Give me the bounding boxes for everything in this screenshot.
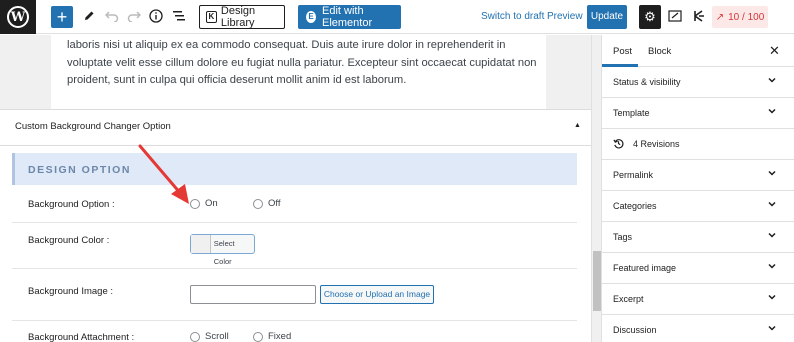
panel-categories[interactable]: Categories <box>602 191 794 222</box>
background-color-label: Background Color : <box>28 235 110 246</box>
update-button[interactable]: Update <box>587 5 627 29</box>
wordpress-logo[interactable]: W <box>0 0 36 34</box>
radio-scroll-label: Scroll <box>205 331 229 342</box>
select-color-label: Select Color <box>213 239 235 266</box>
collapse-up-icon[interactable]: ▲ <box>574 122 581 129</box>
seo-score-value: 10 / 100 <box>728 11 765 23</box>
panel-title: Permalink <box>613 170 654 180</box>
background-image-row: Background Image : Choose or Upload an I… <box>12 269 577 321</box>
revisions-label: 4 Revisions <box>633 139 680 149</box>
background-attachment-label: Background Attachment : <box>28 332 135 342</box>
panel-title: Categories <box>613 201 657 211</box>
edit-pencil-icon[interactable] <box>81 8 97 24</box>
elementor-icon: E <box>306 11 316 23</box>
switch-to-draft-button[interactable]: Switch to draft <box>481 11 544 22</box>
seo-score-badge[interactable]: ↗ 10 / 100 <box>712 6 768 28</box>
list-view-icon[interactable] <box>171 8 187 24</box>
background-option-off-radio[interactable]: Off <box>253 198 281 209</box>
radio-fixed-label: Fixed <box>268 331 292 342</box>
chevron-down-icon <box>767 230 777 240</box>
background-option-on-radio[interactable]: On <box>190 198 218 209</box>
chevron-down-icon <box>767 199 777 209</box>
panel-tags[interactable]: Tags <box>602 222 794 253</box>
design-option-header: DESIGN OPTION <box>12 153 577 185</box>
tab-block[interactable]: Block <box>648 46 671 57</box>
add-block-button[interactable]: + <box>51 6 73 28</box>
background-attachment-row: Background Attachment : Scroll Fixed <box>12 321 577 342</box>
radio-on-label: On <box>205 198 218 209</box>
editor-toolbar: W + K Design Library E Edit with Element… <box>0 0 794 34</box>
panel-permalink[interactable]: Permalink <box>602 160 794 191</box>
panel-featured-image[interactable]: Featured image <box>602 253 794 284</box>
choose-upload-image-button[interactable]: Choose or Upload an Image <box>320 285 434 304</box>
chevron-down-icon <box>767 106 777 116</box>
sidebar-tabs: Post Block ✕ <box>602 35 794 67</box>
metabox-header[interactable]: Custom Background Changer Option ▲ <box>0 110 591 146</box>
wordpress-editor: W + K Design Library E Edit with Element… <box>0 0 794 342</box>
background-image-label: Background Image : <box>28 286 114 297</box>
edit-with-elementor-label: Edit with Elementor <box>322 5 373 29</box>
tab-post[interactable]: Post <box>613 46 632 57</box>
select-color-button[interactable]: Select Color <box>190 234 255 266</box>
panel-title: Tags <box>613 232 633 242</box>
panel-title: Excerpt <box>613 294 644 304</box>
design-library-button[interactable]: K Design Library <box>199 5 285 29</box>
radio-circle[interactable] <box>253 331 263 342</box>
chevron-down-icon <box>767 168 777 178</box>
close-icon[interactable]: ✕ <box>769 43 780 59</box>
background-color-row: Background Color : Select Color <box>12 223 577 269</box>
scrollbar-thumb[interactable] <box>593 251 601 311</box>
custom-background-metabox: Custom Background Changer Option ▲ DESIG… <box>0 109 591 342</box>
content-area: laboris nisi ut aliquip ex ea commodo co… <box>51 35 546 109</box>
panel-discussion[interactable]: Discussion <box>602 315 794 342</box>
wordpress-icon: W <box>7 6 29 28</box>
kadence-icon[interactable] <box>691 8 707 24</box>
background-option-row: Background Option : On Off <box>12 185 577 223</box>
revisions-history-icon <box>613 138 624 152</box>
metabox-title: Custom Background Changer Option <box>15 121 171 132</box>
design-option-title: DESIGN OPTION <box>28 164 131 176</box>
panel-status-visibility[interactable]: Status & visibility <box>602 67 794 98</box>
panel-title: Discussion <box>613 325 657 335</box>
design-library-icon: K <box>206 11 217 23</box>
preview-button[interactable]: Preview <box>547 11 583 22</box>
chevron-down-icon <box>767 75 777 85</box>
settings-gear-button[interactable]: ⚙ <box>639 5 661 29</box>
styles-icon[interactable] <box>667 8 683 24</box>
chevron-down-icon <box>767 292 777 302</box>
background-image-input[interactable] <box>190 285 316 304</box>
design-library-label: Design Library <box>220 5 256 29</box>
settings-sidebar: Post Block ✕ Status & visibility Templat… <box>601 35 794 342</box>
panel-title: Featured image <box>613 263 677 273</box>
undo-icon[interactable] <box>104 8 120 24</box>
radio-circle[interactable] <box>190 198 200 209</box>
panel-revisions[interactable]: 4 Revisions <box>602 129 794 160</box>
chevron-down-icon <box>767 261 777 271</box>
panel-excerpt[interactable]: Excerpt <box>602 284 794 315</box>
editor-canvas: laboris nisi ut aliquip ex ea commodo co… <box>0 35 591 342</box>
chevron-down-icon <box>767 323 777 333</box>
info-icon[interactable] <box>148 8 164 24</box>
paragraph-block[interactable]: laboris nisi ut aliquip ex ea commodo co… <box>67 37 537 90</box>
color-swatch <box>191 235 211 253</box>
panel-title: Template <box>613 108 650 118</box>
gear-icon: ⚙ <box>644 9 656 24</box>
radio-off-label: Off <box>268 198 281 209</box>
background-option-label: Background Option : <box>28 199 115 210</box>
redo-icon[interactable] <box>126 8 142 24</box>
attachment-scroll-radio[interactable]: Scroll <box>190 331 229 342</box>
radio-circle[interactable] <box>190 331 200 342</box>
panel-title: Status & visibility <box>613 77 681 87</box>
edit-with-elementor-button[interactable]: E Edit with Elementor <box>298 5 401 29</box>
trend-up-icon: ↗ <box>715 11 725 23</box>
radio-circle[interactable] <box>253 198 263 209</box>
editor-scrollbar[interactable] <box>591 35 601 342</box>
attachment-fixed-radio[interactable]: Fixed <box>253 331 291 342</box>
panel-template[interactable]: Template <box>602 98 794 129</box>
